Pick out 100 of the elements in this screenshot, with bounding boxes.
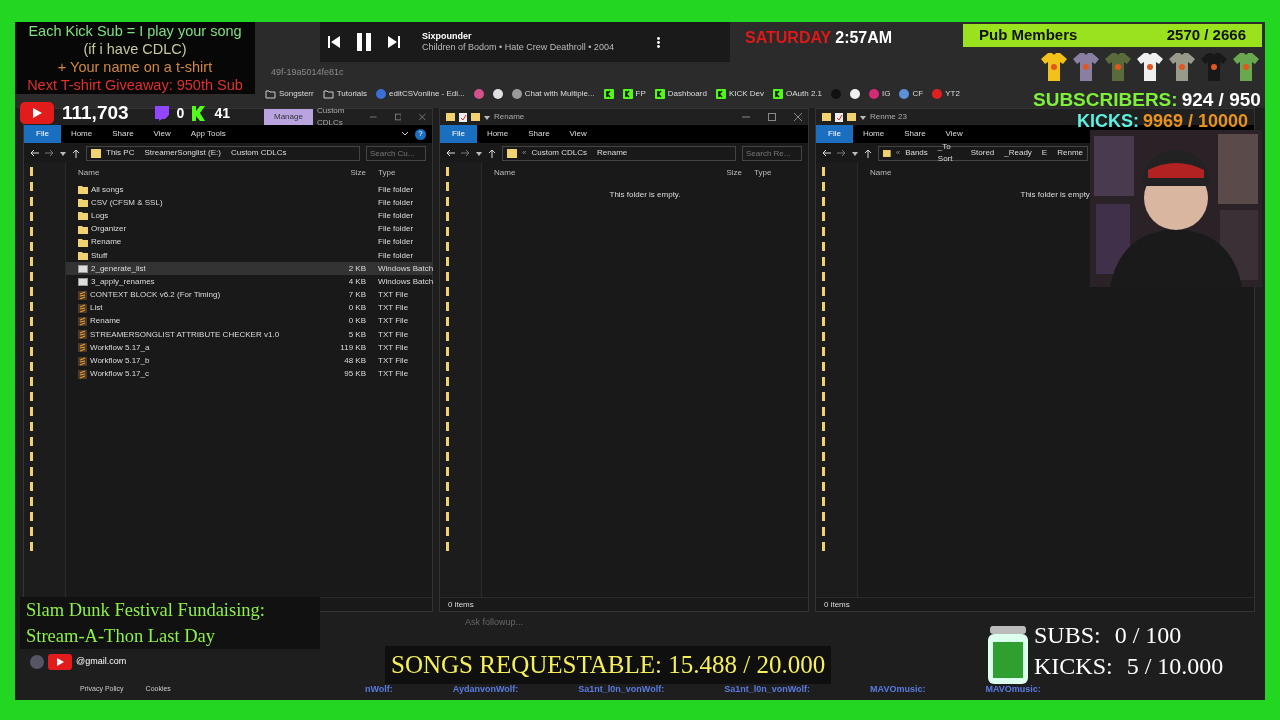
youtube-logo-icon [20, 102, 54, 125]
more-options-icon[interactable] [657, 36, 660, 48]
properties-icon [835, 112, 843, 122]
file-row[interactable]: 2_generate_list 2 KB Windows Batch [66, 262, 432, 276]
ribbon-tab[interactable]: Share [102, 125, 144, 143]
search-field[interactable]: Search Re... [742, 145, 802, 161]
file-row[interactable]: Stuff File folder [66, 248, 432, 263]
file-row[interactable]: Workflow 5.17_c 95 KB TXT File [66, 367, 432, 381]
close-icon[interactable] [794, 113, 802, 121]
bookmark[interactable]: IG [869, 88, 891, 100]
column-header[interactable]: Name [78, 167, 324, 179]
caret-icon[interactable] [60, 150, 66, 156]
previous-icon[interactable] [328, 36, 340, 48]
ribbon-tab[interactable]: Home [476, 125, 519, 143]
file-row[interactable]: Rename File folder [66, 235, 432, 249]
properties-icon [459, 112, 467, 122]
forward-arrow-icon[interactable] [45, 149, 54, 157]
up-arrow-icon[interactable] [864, 148, 872, 158]
pause-icon[interactable] [356, 33, 372, 51]
address-bar[interactable]: « Bands _To Sort Stored _Ready E Renme [878, 145, 1088, 161]
file-menu-button[interactable]: File [440, 125, 477, 143]
address-bar[interactable]: This PC StreamerSonglist (E:) Custom CDLCs [86, 145, 360, 161]
column-header[interactable]: Size [324, 167, 374, 179]
close-icon[interactable] [419, 113, 426, 121]
chevron-icon[interactable] [401, 131, 409, 137]
caret-icon[interactable] [476, 150, 482, 156]
file-menu-button[interactable]: File [816, 125, 853, 143]
bookmark[interactable]: FP [622, 88, 646, 100]
address-bar[interactable]: « Custom CDLCs Rename [502, 145, 736, 161]
goal-value: 0 / 100 [1114, 622, 1182, 648]
folder-icon [91, 148, 101, 158]
column-header[interactable]: Type [750, 167, 808, 179]
site-icon[interactable] [492, 89, 503, 99]
viewer-count: 111,703 [62, 101, 129, 125]
column-header[interactable]: Type [374, 167, 432, 179]
back-arrow-icon[interactable] [822, 149, 831, 157]
address-text[interactable]: 49f-19a5014fe81c [271, 66, 344, 80]
file-row[interactable]: CSV (CFSM & SSL) File folder [66, 196, 432, 210]
text-file-icon [78, 330, 87, 340]
file-menu-button[interactable]: File [24, 125, 61, 143]
window-title: Custom CDLCs [316, 105, 346, 129]
maximize-icon[interactable] [768, 113, 776, 121]
back-arrow-icon[interactable] [446, 149, 455, 157]
kicks-count: 9969 / 10000 [1143, 111, 1249, 131]
maximize-icon[interactable] [394, 113, 402, 121]
subscribers-label: SUBSCRIBERS: [1033, 89, 1178, 110]
up-arrow-icon[interactable] [488, 148, 496, 158]
ribbon-tab[interactable]: Home [60, 125, 103, 143]
ribbon-tab[interactable]: View [143, 125, 181, 143]
bookmark[interactable]: Tutorials [322, 88, 368, 100]
text-file-icon [78, 369, 87, 379]
file-row[interactable]: 3_apply_renames 4 KB Windows Batch [66, 275, 432, 289]
bookmark[interactable]: Chat with Multiple... [511, 88, 595, 100]
file-row[interactable]: Workflow 5.17_b 48 KB TXT File [66, 354, 432, 368]
bookmark[interactable]: Dashboard [654, 88, 707, 100]
text-file-icon [78, 316, 87, 326]
column-header[interactable]: Name [494, 167, 700, 179]
account-email: @gmail.com [76, 655, 127, 669]
forward-arrow-icon[interactable] [837, 149, 846, 157]
search-field[interactable]: Search Cu... [366, 145, 426, 161]
bookmark[interactable]: CF [899, 88, 924, 100]
twitch-logo-icon [154, 105, 169, 121]
bookmark[interactable]: OAuth 2.1 [773, 88, 823, 100]
file-row[interactable]: Rename 0 KB TXT File [66, 314, 432, 329]
avatar-icon [30, 655, 44, 669]
window-title: Renme 23 [870, 111, 907, 123]
file-row[interactable]: Organizer File folder [66, 222, 432, 236]
kick-logo-icon[interactable] [603, 89, 614, 99]
column-header[interactable]: Size [700, 167, 750, 179]
bookmark[interactable]: editCSVonline - Edi... [376, 88, 465, 100]
up-arrow-icon[interactable] [72, 148, 80, 158]
t-shirt-icon [1200, 52, 1228, 82]
forward-arrow-icon[interactable] [461, 149, 470, 157]
songs-counter: SONGS REQUESTABLE: 15.488 / 20.000 [385, 646, 832, 684]
ribbon-tab[interactable]: Share [518, 125, 560, 143]
column-header[interactable]: Name [870, 167, 892, 179]
caret-icon[interactable] [852, 150, 858, 156]
file-row[interactable]: All songs File folder [66, 183, 432, 197]
file-row[interactable]: List 0 KB TXT File [66, 301, 432, 315]
file-row[interactable]: Workflow 5.17_a 119 KB TXT File [66, 341, 432, 355]
file-row[interactable]: CONTEXT BLOCK v6.2 (For Timing) 7 KB TXT File [66, 288, 432, 302]
chat-username: MAVOmusic: [985, 683, 1041, 696]
ribbon-tab[interactable]: View [935, 125, 973, 143]
context-tab[interactable]: Manage [264, 109, 313, 125]
file-row[interactable]: Logs File folder [66, 209, 432, 223]
next-icon[interactable] [388, 36, 400, 48]
bookmark[interactable]: KICK Dev [715, 88, 764, 100]
youtube-logo-icon [48, 654, 72, 670]
bookmark[interactable]: Songsterr [265, 88, 314, 100]
ribbon-tab[interactable]: Share [894, 125, 936, 143]
file-row[interactable]: STREAMERSONGLIST ATTRIBUTE CHECKER v1.0 5 KB TXT File [66, 328, 432, 342]
ribbon-tab[interactable]: App Tools [180, 125, 236, 143]
bookmark[interactable]: YT2 [932, 88, 960, 100]
site-icon[interactable] [850, 89, 861, 99]
folder-icon [446, 113, 455, 121]
ribbon-tab[interactable]: Home [852, 125, 895, 143]
ribbon-tab[interactable]: View [559, 125, 597, 143]
folder-icon [822, 113, 831, 121]
help-icon[interactable]: ? [415, 128, 426, 140]
back-arrow-icon[interactable] [30, 149, 39, 157]
